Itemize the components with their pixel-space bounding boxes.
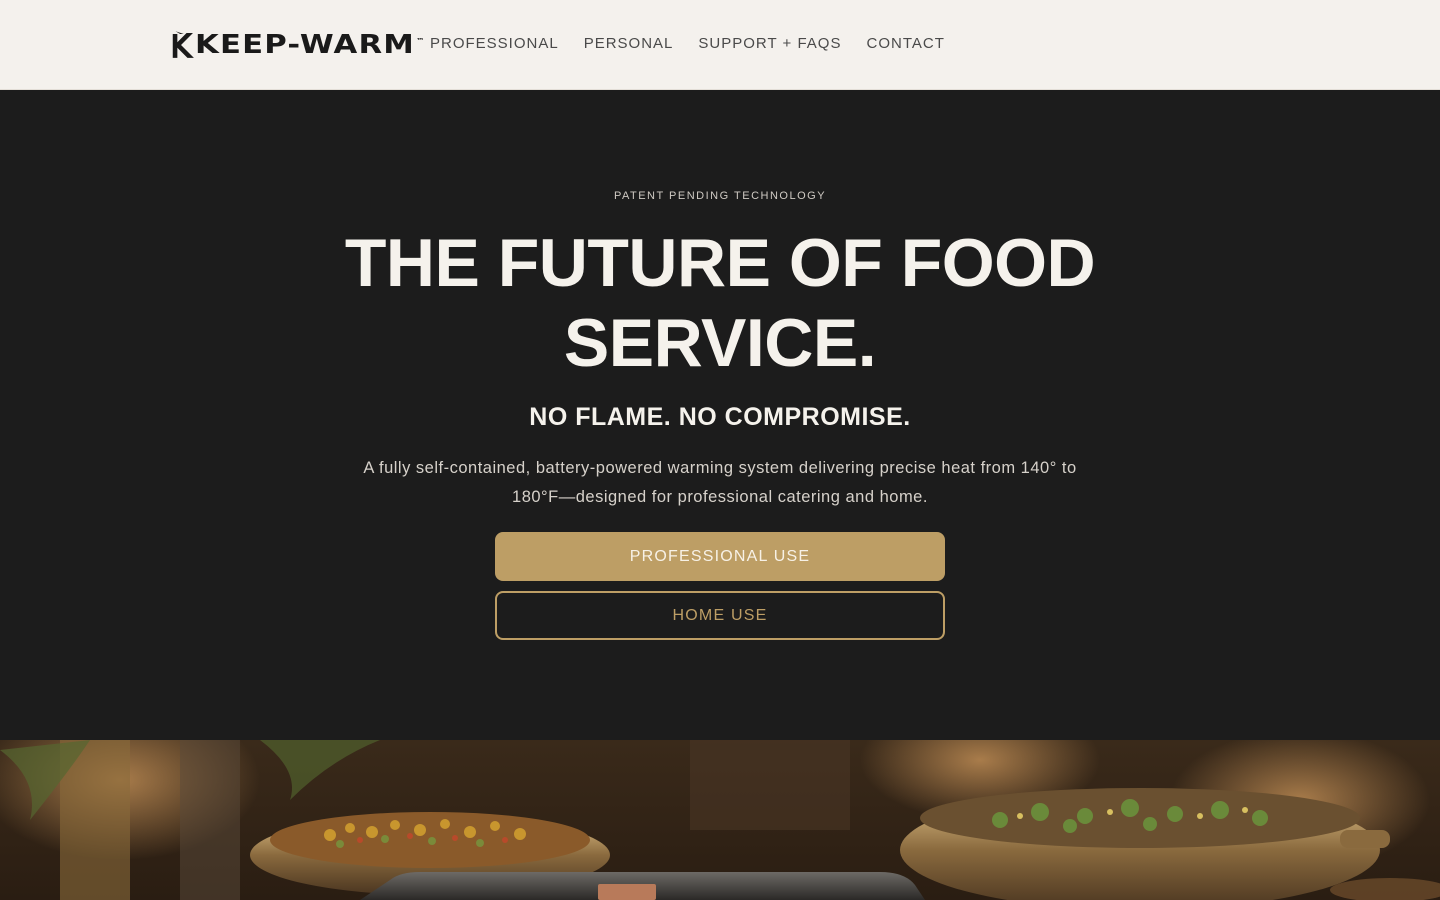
hero-subhead: NO FLAME. NO COMPROMISE. (529, 403, 911, 431)
hero-food-service-photo (0, 740, 1440, 900)
nav-link-support-faqs[interactable]: SUPPORT + FAQS (698, 35, 841, 53)
home-use-button[interactable]: HOME USE (495, 591, 945, 640)
nav-link-professional[interactable]: PROFESSIONAL (430, 35, 559, 53)
nav-link-contact[interactable]: CONTACT (866, 35, 944, 53)
site-header: KEEP-WARM™ PROFESSIONAL PERSONAL SUPPORT… (0, 0, 1440, 90)
hero-section: PATENT PENDING TECHNOLOGY THE FUTURE OF … (0, 90, 1440, 740)
professional-use-button[interactable]: PROFESSIONAL USE (495, 532, 945, 581)
logo-wordmark: KEEP-WARM™ (194, 30, 426, 60)
hero-eyebrow: PATENT PENDING TECHNOLOGY (613, 190, 827, 202)
brand-logo[interactable]: KEEP-WARM™ (170, 27, 424, 63)
hero-headline: THE FUTURE OF FOOD SERVICE. (344, 225, 1096, 381)
main-nav: PROFESSIONAL PERSONAL SUPPORT + FAQS CON… (430, 35, 945, 53)
catering-scene-image (0, 740, 1440, 900)
nav-link-personal[interactable]: PERSONAL (584, 35, 674, 53)
logo-k-mark-icon (172, 31, 194, 58)
hero-description: A fully self-contained, battery-powered … (363, 459, 1077, 506)
